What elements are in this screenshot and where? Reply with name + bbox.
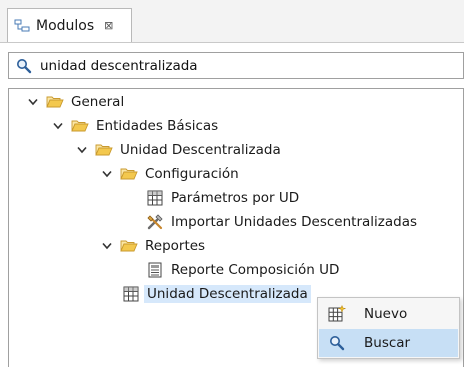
open-folder-icon <box>120 238 138 254</box>
table-icon <box>122 286 140 302</box>
tree-node-configuracion[interactable]: Configuración <box>99 163 239 185</box>
tree-node-importar-unidades[interactable]: Importar Unidades Descentralizadas <box>146 211 417 233</box>
view-tab-bar: Modulos ⊠ <box>0 0 464 43</box>
tree-node-parametros-por-ud[interactable]: Parámetros por UD <box>146 187 299 209</box>
table-icon <box>146 190 164 206</box>
open-folder-icon <box>71 118 89 134</box>
tree-label: Reportes <box>145 238 206 254</box>
search-icon <box>16 58 32 74</box>
tools-icon <box>146 214 164 230</box>
open-folder-icon <box>46 94 64 110</box>
tree-node-unidad-descentralizada-item[interactable]: Unidad Descentralizada <box>122 283 311 305</box>
menu-item-label: Buscar <box>364 335 411 351</box>
chevron-down-icon[interactable] <box>25 94 41 110</box>
tree-label: General <box>71 94 125 110</box>
tree-label: Configuración <box>145 166 239 182</box>
report-icon <box>146 262 164 278</box>
context-menu: Nuevo Buscar <box>317 297 460 359</box>
tree-label: Entidades Básicas <box>96 118 219 134</box>
tree-node-unidad-descentralizada-folder[interactable]: Unidad Descentralizada <box>74 139 281 161</box>
tab-modulos[interactable]: Modulos ⊠ <box>7 8 132 42</box>
chevron-down-icon[interactable] <box>99 166 115 182</box>
new-table-icon <box>327 305 347 323</box>
menu-item-label: Nuevo <box>364 306 408 322</box>
open-folder-icon <box>120 166 138 182</box>
tree-node-reporte-composicion[interactable]: Reporte Composición UD <box>146 259 339 281</box>
close-icon[interactable]: ⊠ <box>104 19 113 32</box>
search-input[interactable] <box>40 57 440 74</box>
tree-node-general[interactable]: General <box>25 91 124 113</box>
tree-label: Reporte Composición UD <box>171 262 340 278</box>
chevron-down-icon[interactable] <box>99 238 115 254</box>
chevron-down-icon[interactable] <box>74 142 90 158</box>
tree-label: Importar Unidades Descentralizadas <box>171 214 418 230</box>
tree-label: Unidad Descentralizada <box>120 142 281 158</box>
tab-label: Modulos <box>36 17 95 34</box>
menu-item-buscar[interactable]: Buscar <box>319 329 458 357</box>
hierarchy-icon <box>14 19 30 33</box>
tree-label: Parámetros por UD <box>171 190 300 206</box>
tree-node-entidades-basicas[interactable]: Entidades Básicas <box>50 115 218 137</box>
filter-box <box>8 52 464 79</box>
open-folder-icon <box>95 142 113 158</box>
chevron-down-icon[interactable] <box>50 118 66 134</box>
menu-item-nuevo[interactable]: Nuevo <box>319 300 458 328</box>
search-icon <box>327 334 347 352</box>
tree-node-reportes[interactable]: Reportes <box>99 235 205 257</box>
tree-label-selected: Unidad Descentralizada <box>144 285 311 303</box>
